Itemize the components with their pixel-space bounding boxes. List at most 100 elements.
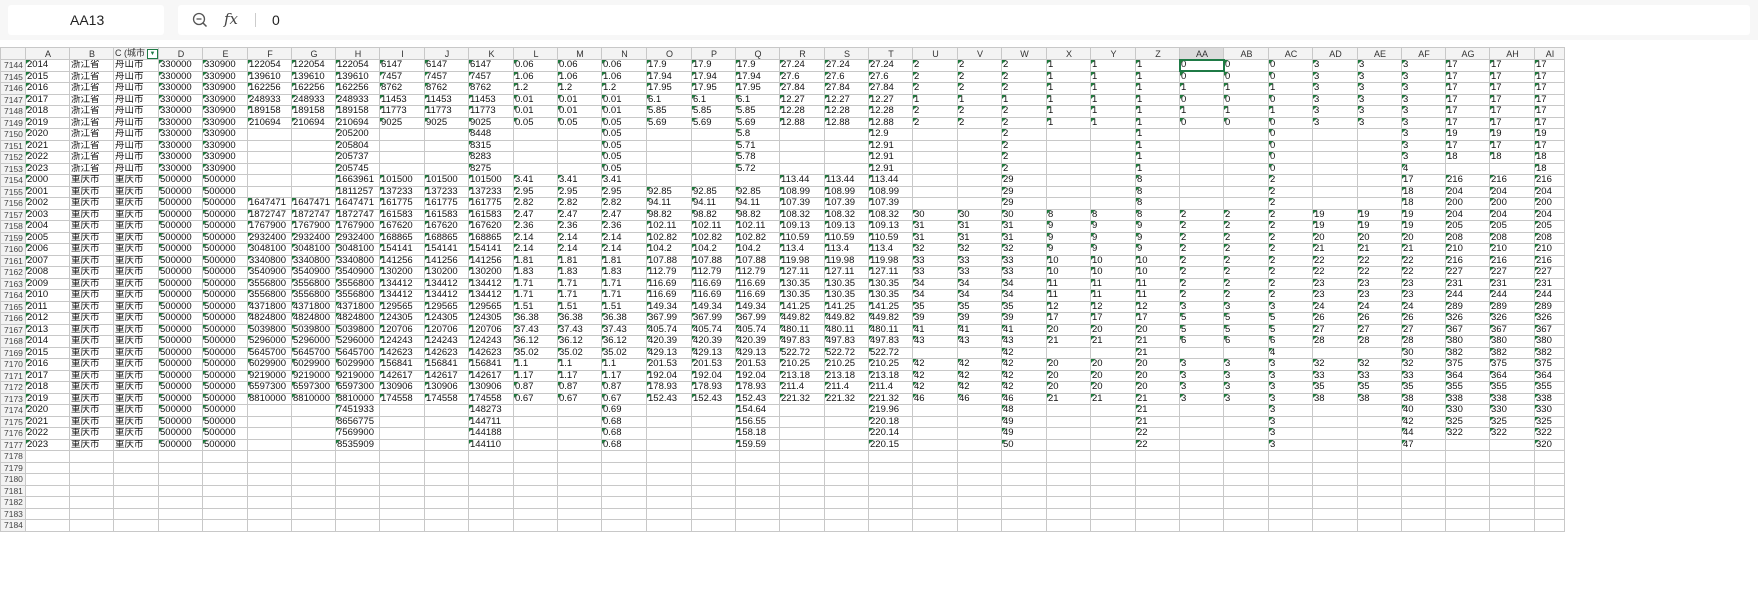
cell[interactable]: [247, 427, 292, 440]
cell[interactable]: 27.84: [824, 82, 869, 95]
cell[interactable]: 6029900: [335, 358, 380, 371]
cell[interactable]: 30: [957, 208, 1002, 221]
cell[interactable]: 1: [1135, 139, 1180, 152]
cell[interactable]: 42: [912, 369, 958, 382]
cell[interactable]: 重庆市: [113, 346, 159, 359]
cell[interactable]: 174558: [424, 392, 469, 405]
cell[interactable]: 174558: [379, 392, 425, 405]
cell[interactable]: [1001, 519, 1047, 532]
cell[interactable]: [113, 484, 159, 497]
cell[interactable]: 3: [1268, 381, 1313, 394]
cell[interactable]: 2014: [25, 335, 70, 348]
cell[interactable]: 2.36: [557, 220, 602, 233]
cell[interactable]: [1312, 496, 1358, 509]
cell[interactable]: [646, 519, 692, 532]
cell[interactable]: 3556800: [335, 277, 380, 290]
cell[interactable]: 21: [1135, 415, 1180, 428]
cell[interactable]: [513, 404, 558, 417]
cell[interactable]: 130.35: [868, 277, 913, 290]
cell[interactable]: 109.13: [779, 220, 825, 233]
cell[interactable]: 92.85: [735, 185, 780, 198]
cell[interactable]: 1.1: [601, 358, 647, 371]
cell[interactable]: 2014: [25, 59, 70, 72]
cell[interactable]: 5: [1223, 312, 1269, 325]
row-header[interactable]: 7160: [0, 243, 26, 256]
cell[interactable]: 3: [1357, 82, 1402, 95]
cell[interactable]: 40: [1401, 404, 1446, 417]
cell[interactable]: 2: [1268, 243, 1313, 256]
cell[interactable]: [291, 507, 336, 520]
cell[interactable]: 26: [1312, 312, 1358, 325]
cell[interactable]: [247, 128, 292, 141]
cell[interactable]: 130906: [468, 381, 514, 394]
cell[interactable]: 0: [1268, 59, 1313, 72]
cell[interactable]: 17: [1135, 312, 1180, 325]
column-header[interactable]: I: [379, 47, 425, 60]
cell[interactable]: 重庆市: [69, 185, 114, 198]
cell[interactable]: 178.93: [646, 381, 692, 394]
cell[interactable]: 154141: [379, 243, 425, 256]
cell[interactable]: 107.39: [824, 197, 869, 210]
cell[interactable]: 重庆市: [69, 231, 114, 244]
cell[interactable]: 33: [957, 254, 1002, 267]
cell[interactable]: [69, 496, 114, 509]
cell[interactable]: [1001, 461, 1047, 474]
cell[interactable]: 重庆市: [69, 220, 114, 233]
cell[interactable]: 12: [1090, 300, 1136, 313]
cell[interactable]: 2021: [25, 415, 70, 428]
cell[interactable]: 27: [1357, 323, 1402, 336]
cell[interactable]: 1.83: [601, 266, 647, 279]
cell[interactable]: [1357, 151, 1402, 164]
cell[interactable]: 500000: [202, 427, 248, 440]
cell[interactable]: [424, 415, 469, 428]
cell[interactable]: [824, 415, 869, 428]
cell[interactable]: 重庆市: [113, 300, 159, 313]
cell[interactable]: 6029900: [247, 358, 292, 371]
cell[interactable]: 330000: [158, 139, 203, 152]
cell[interactable]: 42: [912, 358, 958, 371]
cell[interactable]: [1534, 484, 1565, 497]
row-header[interactable]: 7176: [0, 427, 26, 440]
cell[interactable]: 41: [912, 323, 958, 336]
cell[interactable]: 367: [1534, 323, 1565, 336]
cell[interactable]: 174558: [468, 392, 514, 405]
cell[interactable]: [1046, 438, 1091, 451]
cell[interactable]: 0: [1223, 70, 1269, 83]
cell[interactable]: [957, 197, 1002, 210]
cell[interactable]: 12.88: [824, 116, 869, 129]
cell[interactable]: [379, 404, 425, 417]
cell[interactable]: [69, 484, 114, 497]
cell[interactable]: 500000: [202, 266, 248, 279]
cell[interactable]: 3340800: [335, 254, 380, 267]
cell[interactable]: 10: [1090, 266, 1136, 279]
cell[interactable]: 355: [1445, 381, 1490, 394]
cell[interactable]: 28: [1401, 335, 1446, 348]
cell[interactable]: 12.88: [779, 116, 825, 129]
cell[interactable]: 28: [1357, 335, 1402, 348]
cell[interactable]: [513, 415, 558, 428]
cell[interactable]: 31: [1001, 220, 1047, 233]
cell[interactable]: 231: [1489, 277, 1535, 290]
cell[interactable]: 159.59: [735, 438, 780, 451]
cell[interactable]: 5296000: [335, 335, 380, 348]
cell[interactable]: [1090, 346, 1136, 359]
cell[interactable]: [824, 438, 869, 451]
cell[interactable]: [424, 162, 469, 175]
cell[interactable]: [1090, 404, 1136, 417]
cell[interactable]: 364: [1445, 369, 1490, 382]
cell[interactable]: 210: [1489, 243, 1535, 256]
cell[interactable]: 35.02: [601, 346, 647, 359]
cell[interactable]: 8535909: [335, 438, 380, 451]
cell[interactable]: 0.67: [601, 392, 647, 405]
cell[interactable]: 110.59: [779, 231, 825, 244]
cell[interactable]: 3.41: [513, 174, 558, 187]
cell[interactable]: 149.34: [646, 300, 692, 313]
cell[interactable]: 0.68: [601, 438, 647, 451]
cell[interactable]: 2: [1268, 254, 1313, 267]
cell[interactable]: 0.05: [601, 128, 647, 141]
cell[interactable]: [691, 507, 736, 520]
cell[interactable]: 重庆市: [69, 381, 114, 394]
cell[interactable]: 5.78: [735, 151, 780, 164]
cell[interactable]: 1.1: [513, 358, 558, 371]
cell[interactable]: [1534, 519, 1565, 532]
